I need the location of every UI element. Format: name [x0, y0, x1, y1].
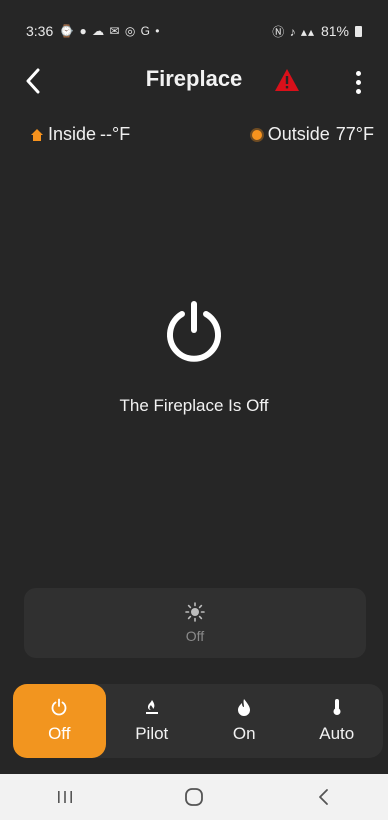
- home-circle-icon: [185, 788, 203, 806]
- light-control-card[interactable]: Off: [24, 588, 366, 658]
- system-icons: Ⓝ ♪ ▴▴: [272, 24, 315, 39]
- power-icon: [167, 301, 221, 362]
- menu-dot: [355, 70, 361, 76]
- mode-auto-label: Auto: [319, 724, 355, 743]
- inside-value: --°F: [100, 124, 131, 144]
- system-navigation-bar: [0, 774, 388, 820]
- mode-pilot-label: Pilot: [135, 724, 169, 743]
- notification-icons: ⌚ ● ☁ ✉ ◎ G •: [59, 24, 161, 38]
- outside-label: Outside: [267, 124, 330, 144]
- light-status-label: Off: [185, 628, 205, 644]
- status-time: 3:36: [26, 23, 54, 39]
- outside-value: 77°F: [335, 124, 374, 144]
- sun-icon: [251, 129, 262, 140]
- home-icon: [31, 128, 43, 141]
- mode-pilot-button[interactable]: Pilot: [106, 684, 199, 758]
- power-icon: [51, 698, 67, 716]
- status-bar: 3:36 ⌚ ● ☁ ✉ ◎ G • Ⓝ ♪ ▴▴ 81%: [0, 0, 388, 62]
- pilot-icon: [145, 700, 158, 714]
- battery-level: 81%: [320, 23, 349, 39]
- temperature-row: Inside --°F Outside 77°F: [0, 124, 388, 150]
- back-arrow-icon: [319, 789, 329, 805]
- status-right: Ⓝ ♪ ▴▴ 81%: [272, 23, 362, 40]
- app-bar: Fireplace: [0, 62, 388, 102]
- inside-label: Inside: [48, 124, 97, 144]
- mode-off-button[interactable]: Off: [13, 684, 106, 758]
- mode-off-label: Off: [48, 724, 71, 743]
- mode-selector: Off Pilot On Auto: [13, 684, 383, 758]
- outside-temperature: Outside 77°F: [251, 124, 374, 145]
- home-button[interactable]: [174, 782, 214, 812]
- system-back-button[interactable]: [303, 782, 343, 812]
- warning-icon[interactable]: [274, 68, 300, 92]
- light-icon: [185, 602, 205, 622]
- battery-icon: [355, 25, 362, 37]
- menu-dot: [355, 88, 361, 94]
- more-options-button[interactable]: [346, 66, 370, 98]
- fireplace-status-text: The Fireplace Is Off: [119, 396, 269, 415]
- mode-on-button[interactable]: On: [198, 684, 291, 758]
- mode-on-label: On: [232, 724, 256, 743]
- thermometer-icon: [333, 699, 341, 715]
- power-status-area: [0, 300, 388, 370]
- recent-apps-button[interactable]: [45, 782, 85, 812]
- mode-auto-button[interactable]: Auto: [291, 684, 384, 758]
- inside-temperature: Inside --°F: [30, 124, 130, 145]
- status-left: 3:36 ⌚ ● ☁ ✉ ◎ G •: [26, 23, 161, 39]
- page-title: Fireplace: [145, 66, 243, 91]
- menu-dot: [355, 79, 361, 85]
- recent-apps-icon: [57, 791, 72, 803]
- flame-icon: [238, 699, 251, 716]
